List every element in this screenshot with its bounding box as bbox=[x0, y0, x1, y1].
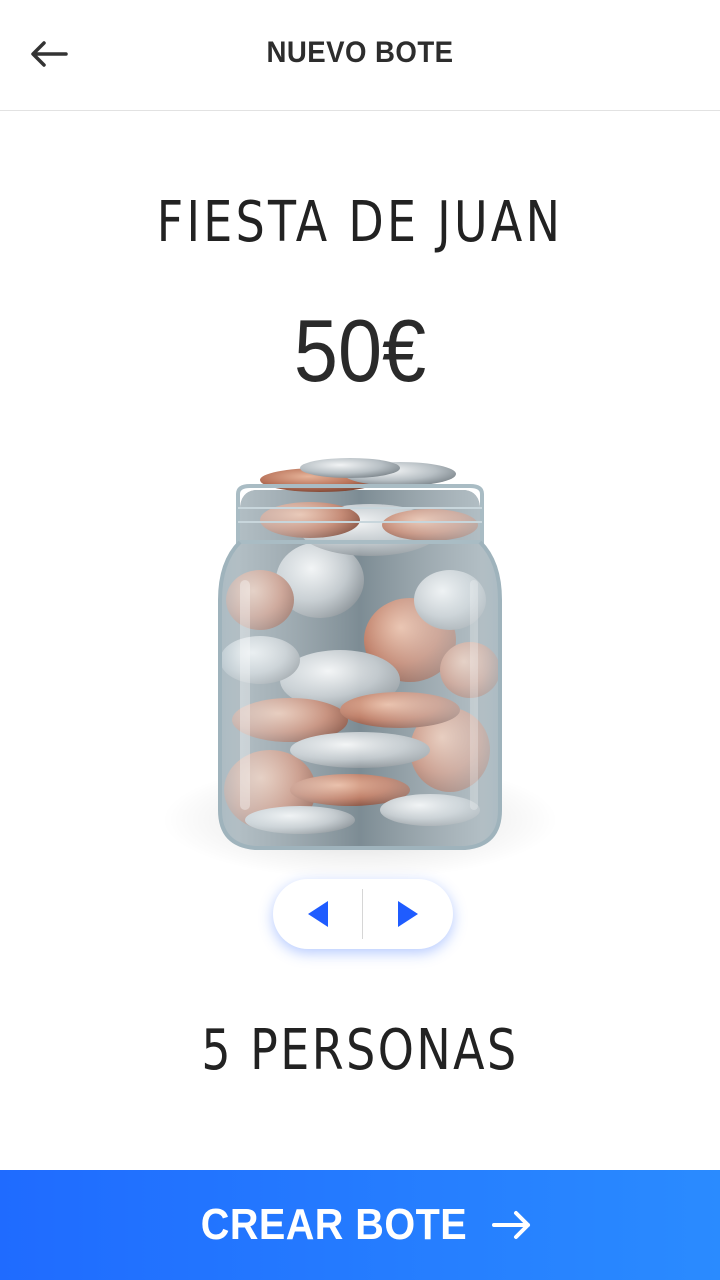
create-pot-button[interactable]: CREAR BOTE bbox=[0, 1170, 720, 1280]
pot-name: FIESTA DE JUAN bbox=[156, 190, 564, 255]
triangle-left-icon bbox=[308, 901, 328, 927]
coin-jar-image bbox=[200, 450, 520, 860]
jar-pager bbox=[273, 879, 453, 949]
triangle-right-icon bbox=[398, 901, 418, 927]
page-title: NUEVO BOTE bbox=[266, 36, 454, 69]
pot-amount: 50€ bbox=[293, 301, 427, 400]
people-count: 5 PERSONAS bbox=[201, 1018, 519, 1083]
arrow-right-icon bbox=[490, 1207, 534, 1243]
next-button[interactable] bbox=[363, 879, 453, 949]
previous-button[interactable] bbox=[273, 879, 363, 949]
top-bar: NUEVO BOTE bbox=[0, 0, 720, 111]
create-pot-label: CREAR BOTE bbox=[200, 1200, 468, 1249]
